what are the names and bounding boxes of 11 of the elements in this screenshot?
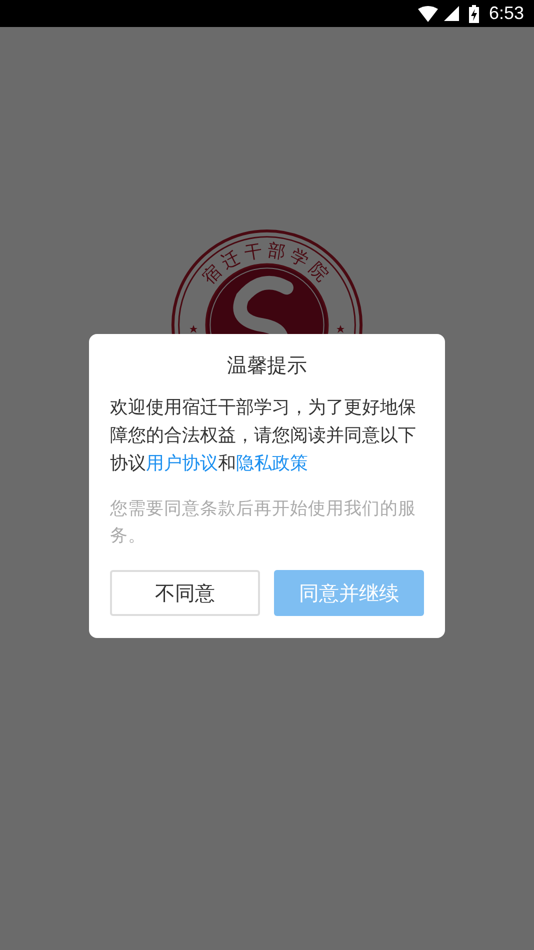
dialog-title: 温馨提示 <box>226 352 308 378</box>
wifi-icon <box>418 6 438 22</box>
consent-note: 您需要同意条款后再开始使用我们的服务。 <box>110 498 417 548</box>
consent-message: 欢迎使用宿迁干部学习，为了更好地保障您的合法权益，请您阅读并同意以下协议用户协议和隐私政策 <box>110 396 417 476</box>
agreement-link[interactable]: 隐私政策 <box>236 453 308 474</box>
battery-charging-icon <box>468 4 479 22</box>
decline-button[interactable]: 不同意 <box>110 570 260 616</box>
agreement-link[interactable]: 用户协议 <box>146 453 218 474</box>
signal-icon <box>444 6 459 21</box>
clock-time: 6:53 <box>488 3 524 24</box>
agree-button[interactable]: 同意并继续 <box>274 570 424 616</box>
